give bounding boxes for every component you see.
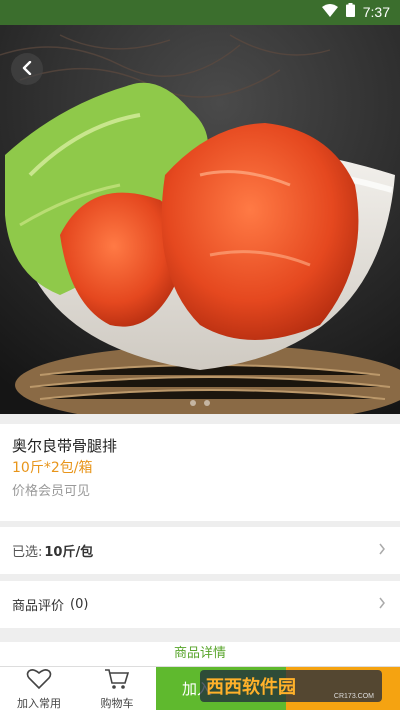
heart-icon — [26, 668, 52, 693]
carousel-dot[interactable] — [190, 400, 196, 406]
chevron-right-icon — [378, 543, 386, 559]
status-time: 7:37 — [362, 3, 390, 20]
favorite-label: 加入常用 — [17, 697, 61, 710]
cart-icon — [104, 668, 130, 693]
watermark-logo: 西西软件园 CR173.COM — [200, 670, 382, 702]
add-favorite-button[interactable]: 加入常用 — [0, 667, 78, 710]
chevron-right-icon — [378, 597, 386, 613]
product-photo — [0, 25, 400, 414]
cart-button[interactable]: 购物车 — [78, 667, 156, 710]
battery-icon — [345, 3, 355, 20]
watermark-url: CR173.COM — [333, 693, 374, 700]
status-bar: 7:37 — [0, 0, 400, 25]
product-image[interactable] — [0, 25, 400, 414]
selected-spec-row[interactable]: 已选: 10斤/包 — [0, 527, 400, 574]
wifi-icon — [321, 3, 338, 20]
cart-label: 购物车 — [100, 697, 134, 710]
reviews-count: (0) — [70, 597, 89, 612]
reviews-row[interactable]: 商品评价 (0) — [0, 581, 400, 628]
reviews-label: 商品评价 — [12, 599, 65, 614]
back-button[interactable] — [11, 53, 43, 85]
watermark-text: 西西软件园 — [206, 677, 296, 698]
product-title: 奥尔良带骨腿排 — [12, 437, 118, 455]
tab-product-details[interactable]: 商品详情 — [0, 642, 400, 666]
carousel-dot[interactable] — [204, 400, 210, 406]
selected-label: 已选: — [12, 545, 43, 560]
chevron-left-icon — [21, 60, 33, 79]
product-spec: 10斤*2包/箱 — [12, 460, 93, 476]
price-note: 价格会员可见 — [12, 484, 91, 499]
product-info: 奥尔良带骨腿排 10斤*2包/箱 价格会员可见 — [0, 424, 400, 521]
selected-value: 10斤/包 — [44, 545, 94, 560]
carousel-indicator — [0, 400, 400, 406]
